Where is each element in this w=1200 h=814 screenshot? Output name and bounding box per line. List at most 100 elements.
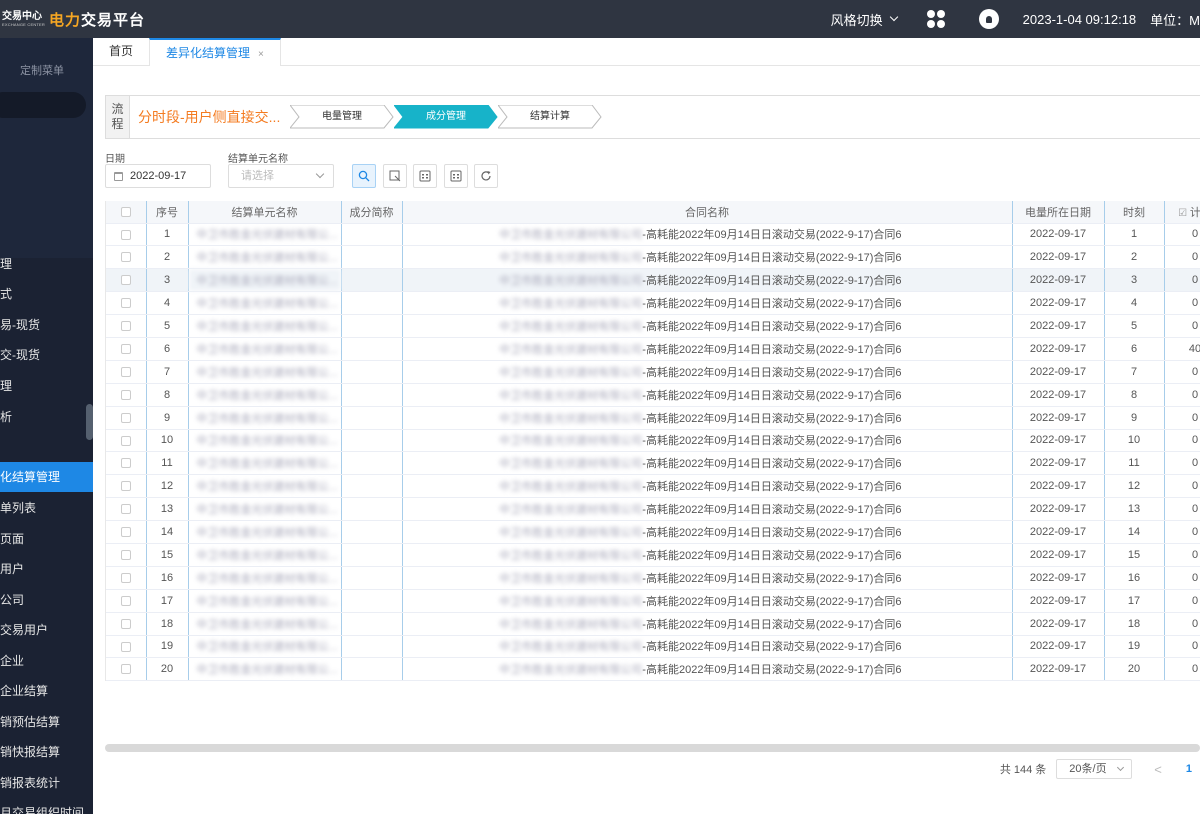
table-row[interactable]: 15 中卫市胜金光伏建材有限公... 中卫市胜金光伏建材有限公司-高耗能2022年0… [106,543,1200,567]
row-checkbox[interactable] [106,268,147,293]
sidebar-item[interactable]: 企业 [0,646,93,676]
row-date: 2022-09-17 [1012,657,1105,681]
table-row[interactable]: 19 中卫市胜金光伏建材有限公... 中卫市胜金光伏建材有限公司-高耗能2022年0… [106,635,1200,659]
row-checkbox[interactable] [106,451,147,476]
date-input[interactable]: 2022-09-17 [105,164,211,188]
table-row[interactable]: 1 中卫市胜金光伏建材有限公... 中卫市胜金光伏建材有限公司-高耗能2022年09… [106,223,1200,247]
select-all-checkbox[interactable] [106,201,147,224]
table-row[interactable]: 4 中卫市胜金光伏建材有限公... 中卫市胜金光伏建材有限公司-高耗能2022年09… [106,291,1200,316]
sidebar-item[interactable]: 用户 [0,554,93,584]
row-checkbox[interactable] [106,245,147,270]
row-checkbox[interactable] [106,543,147,567]
table-row[interactable]: 20 中卫市胜金光伏建材有限公... 中卫市胜金光伏建材有限公司-高耗能2022年0… [106,657,1200,681]
step-settlement-calc[interactable]: 结算计算 [498,105,602,129]
search-icon [358,170,370,182]
table-row[interactable]: 8 中卫市胜金光伏建材有限公... 中卫市胜金光伏建材有限公司-高耗能2022年09… [106,383,1200,407]
row-no: 19 [146,635,189,659]
header-no[interactable]: 序号 [146,201,189,224]
step-component-management[interactable]: 成分管理 [394,105,498,129]
row-hour: 3 [1104,268,1165,293]
header-component[interactable]: 成分简称 [341,201,403,224]
table-row[interactable]: 11 中卫市胜金光伏建材有限公... 中卫市胜金光伏建材有限公司-高耗能2022年0… [106,451,1200,476]
sidebar-search-input[interactable] [0,92,86,118]
sidebar-item[interactable]: 企业结算 [0,676,93,706]
header-contract[interactable]: 合同名称 [402,201,1013,224]
table-row[interactable]: 17 中卫市胜金光伏建材有限公... 中卫市胜金光伏建材有限公司-高耗能2022年0… [106,589,1200,613]
logo[interactable]: 交易中心 EXCHANGE CENTER 电力交易平台 [0,9,200,30]
header-plan[interactable]: ☑ 计划 [1164,201,1200,224]
sidebar-item[interactable]: 交易用户 [0,615,93,645]
row-checkbox[interactable] [106,474,147,499]
search-button[interactable] [352,164,376,188]
table-button[interactable] [444,164,468,188]
style-switch-button[interactable]: 风格切换 [831,10,898,29]
tab-label: 差异化结算管理 [166,46,251,60]
header-hour[interactable]: 时刻 [1104,201,1165,224]
sidebar-item[interactable]: 销报表统计 [0,768,93,798]
row-checkbox[interactable] [106,566,147,590]
row-checkbox[interactable] [106,383,147,407]
table-row[interactable]: 7 中卫市胜金光伏建材有限公... 中卫市胜金光伏建材有限公司-高耗能2022年09… [106,360,1200,384]
header-date[interactable]: 电量所在日期 [1012,201,1105,224]
table-row[interactable]: 2 中卫市胜金光伏建材有限公... 中卫市胜金光伏建材有限公司-高耗能2022年09… [106,245,1200,270]
sidebar-item[interactable]: 单列表 [0,493,93,523]
sidebar-item[interactable]: 式 [0,279,93,309]
apps-grid-icon[interactable] [926,10,945,28]
horizontal-scrollbar[interactable] [105,744,1200,752]
row-checkbox[interactable] [106,520,147,544]
tab-home[interactable]: 首页 [93,38,149,66]
bell-icon[interactable] [978,9,999,29]
sidebar-item[interactable]: 销快报结算 [0,737,93,767]
sidebar-item[interactable]: 月交易组织时间 [0,798,93,814]
table-row[interactable]: 14 中卫市胜金光伏建材有限公... 中卫市胜金光伏建材有限公司-高耗能2022年0… [106,520,1200,544]
header-unit-name[interactable]: 结算单元名称 [188,201,342,224]
custom-menu-label[interactable]: 定制菜单 [20,62,64,78]
table-row[interactable]: 10 中卫市胜金光伏建材有限公... 中卫市胜金光伏建材有限公司-高耗能2022年0… [106,429,1200,453]
sidebar-scrollbar[interactable] [86,404,93,440]
sidebar-item[interactable]: 易-现货 [0,310,93,340]
page-number[interactable]: 1 [1186,763,1192,775]
sidebar-item[interactable]: 析 [0,402,93,432]
export-button[interactable] [383,164,407,188]
row-contract-rest: -高耗能2022年09月14日日滚动交易(2022-9-17)合同6 [642,458,902,471]
table-row[interactable]: 6 中卫市胜金光伏建材有限公... 中卫市胜金光伏建材有限公司-高耗能2022年09… [106,337,1200,361]
row-date: 2022-09-17 [1012,291,1105,316]
sidebar-item[interactable]: 交-现货 [0,340,93,370]
row-checkbox[interactable] [106,635,147,659]
refresh-button[interactable] [474,164,498,188]
prev-page-button[interactable]: < [1154,762,1162,777]
page-size-select[interactable]: 20条/页 [1056,759,1133,779]
calculator-button[interactable] [413,164,437,188]
close-icon[interactable]: × [258,49,264,60]
tab-diff-settlement[interactable]: 差异化结算管理 × [149,38,281,66]
sidebar-item[interactable]: 公司 [0,585,93,615]
table-row[interactable]: 12 中卫市胜金光伏建材有限公... 中卫市胜金光伏建材有限公司-高耗能2022年0… [106,474,1200,499]
step-energy-management[interactable]: 电量管理 [290,105,394,129]
table-row[interactable]: 13 中卫市胜金光伏建材有限公... 中卫市胜金光伏建材有限公司-高耗能2022年0… [106,497,1200,522]
sidebar-item[interactable]: 页面 [0,524,93,554]
row-checkbox[interactable] [106,657,147,681]
sidebar-item-active[interactable]: 化结算管理 [0,462,93,492]
row-checkbox[interactable] [106,314,147,338]
sidebar-item[interactable]: 理 [0,371,93,401]
table-row[interactable]: 16 中卫市胜金光伏建材有限公... 中卫市胜金光伏建材有限公司-高耗能2022年0… [106,566,1200,590]
row-checkbox[interactable] [106,612,147,636]
row-plan: 0 [1164,406,1200,430]
row-component [341,245,403,270]
row-checkbox[interactable] [106,360,147,384]
row-contract: 中卫市胜金光伏建材有限公司-高耗能2022年09月14日日滚动交易(2022-9… [402,474,1013,499]
table-row[interactable]: 18 中卫市胜金光伏建材有限公... 中卫市胜金光伏建材有限公司-高耗能2022年0… [106,612,1200,636]
sidebar-item[interactable]: 理 [0,249,93,279]
table-row[interactable]: 5 中卫市胜金光伏建材有限公... 中卫市胜金光伏建材有限公司-高耗能2022年09… [106,314,1200,338]
row-checkbox[interactable] [106,291,147,316]
row-checkbox[interactable] [106,429,147,453]
table-row[interactable]: 3 中卫市胜金光伏建材有限公... 中卫市胜金光伏建材有限公司-高耗能2022年09… [106,268,1200,293]
table-row[interactable]: 9 中卫市胜金光伏建材有限公... 中卫市胜金光伏建材有限公司-高耗能2022年09… [106,406,1200,430]
unit-name-select[interactable]: 请选择 [228,164,334,188]
row-checkbox[interactable] [106,497,147,522]
row-checkbox[interactable] [106,589,147,613]
row-checkbox[interactable] [106,406,147,430]
sidebar-item[interactable]: 销预估结算 [0,707,93,737]
row-checkbox[interactable] [106,337,147,361]
row-checkbox[interactable] [106,223,147,247]
